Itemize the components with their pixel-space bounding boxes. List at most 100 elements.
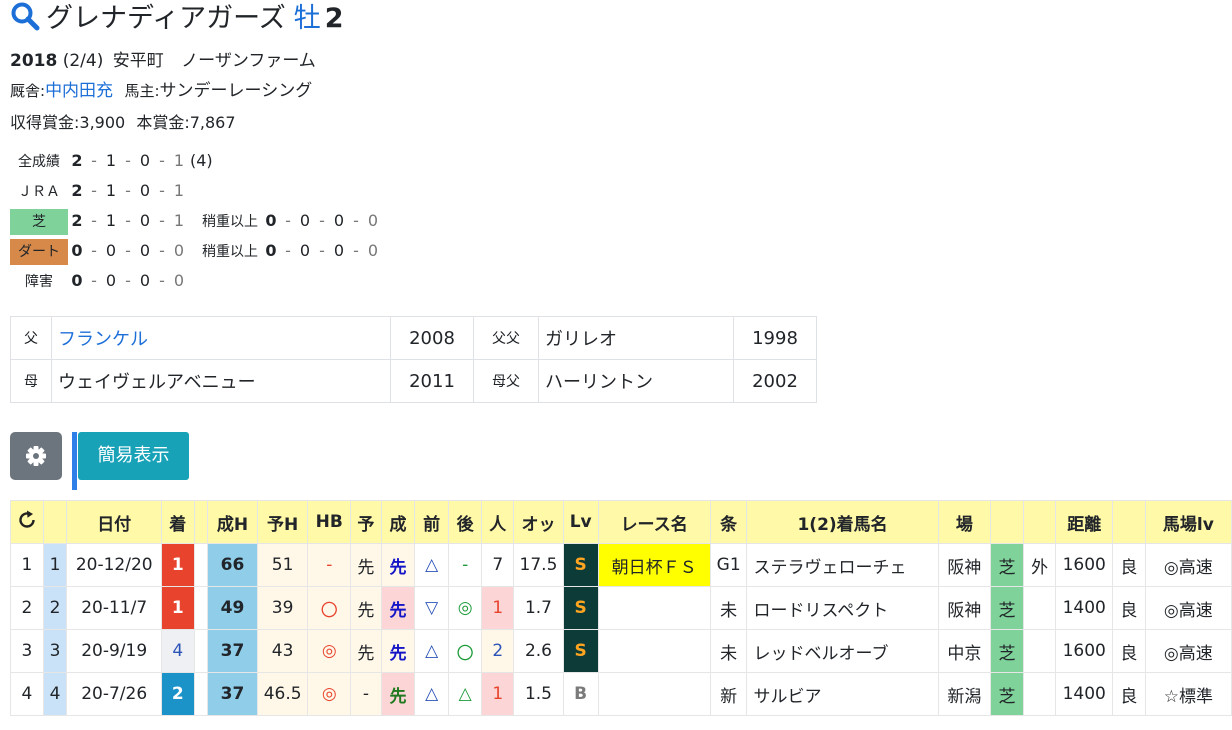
sire-sire: ガリレオ (538, 316, 734, 360)
race-date: 20-11/7 (66, 586, 162, 630)
record-label: ＪＲＡ (18, 184, 60, 200)
birth-place: 安平町 (112, 51, 164, 71)
row-number: 2 (10, 586, 44, 630)
record-value: 2 (71, 151, 83, 170)
run-number: 3 (42, 629, 68, 673)
record-value: 1 (173, 181, 185, 200)
yo-style: 先 (350, 543, 382, 587)
hb-mark: ◎ (307, 629, 352, 673)
horse-age: 2 (324, 3, 344, 34)
row-number: 1 (10, 543, 44, 587)
connections: 厩舎:中内田充 馬主:サンデーレーシング (10, 78, 312, 104)
page-title: グレナディアガーズ牡 2 (10, 0, 344, 38)
race-class: 新 (709, 672, 748, 716)
breeder: ノーザンファーム (181, 51, 316, 71)
separator: - (125, 211, 131, 230)
header-dist: 距離 (1055, 500, 1114, 544)
record-value: 1 (105, 181, 117, 200)
yo-h: 39 (256, 586, 309, 630)
separator: - (91, 241, 97, 260)
table-row[interactable]: 1 1 20-12/20 1 66 51 - 先 先 △ - 7 17.5 S … (10, 543, 1232, 587)
header-winner: 1(2)着馬名 (746, 500, 939, 544)
course: 阪神 (937, 586, 992, 630)
separator: - (159, 271, 165, 290)
sire-link[interactable]: フランケル (51, 316, 391, 360)
race-name[interactable]: 朝日杯ＦＳ (597, 543, 711, 587)
sire-year: 2008 (390, 316, 474, 360)
prize-label: 本賞金: (136, 113, 190, 132)
row-number: 3 (10, 629, 44, 673)
dam-label: 母 (10, 359, 52, 403)
sire-sire-label: 父父 (473, 316, 539, 360)
sei-h: 37 (207, 629, 258, 673)
heavy-label: 稍重以上 (202, 244, 258, 260)
record-label: 障害 (25, 274, 53, 290)
course: 中京 (937, 629, 992, 673)
sei-h: 66 (207, 543, 258, 587)
header-yo: 予 (350, 500, 382, 544)
record-value: 1 (105, 151, 117, 170)
header-odds: オッ (513, 500, 564, 544)
odds: 1.7 (513, 586, 564, 630)
separator: - (285, 241, 291, 260)
header-finish: 着 (160, 500, 195, 544)
mae-mark: △ (414, 629, 449, 673)
winner-name: レッドベルオーブ (746, 629, 939, 673)
ato-mark: △ (447, 672, 483, 716)
surface: 芝 (990, 543, 1024, 587)
track-level: ☆標準 (1144, 672, 1232, 716)
finish-position: 1 (160, 586, 195, 630)
mae-mark: ▽ (414, 586, 449, 630)
prize-value: 7,867 (189, 113, 236, 132)
yo-style: 先 (350, 586, 382, 630)
in-out (1022, 672, 1057, 716)
race-name[interactable] (597, 672, 711, 716)
settings-button[interactable] (10, 432, 62, 480)
dam: ウェイヴェルアベニュー (51, 359, 391, 403)
record-value: 0 (367, 211, 379, 230)
table-row[interactable]: 4 4 20-7/26 2 37 46.5 ◎ - 先 △ △ 1 1.5 B … (10, 672, 1232, 716)
table-row[interactable]: 3 3 20-9/19 4 37 43 ◎ 先 先 △ 〇 2 2.6 S 未 … (10, 629, 1232, 673)
heavy-label: 稍重以上 (202, 214, 258, 230)
focus-indicator (72, 432, 77, 490)
track-level: ◎高速 (1144, 543, 1232, 587)
race-class: 未 (709, 586, 748, 630)
record-value: 0 (139, 211, 151, 230)
race-table: 日付 着 成H 予H HB 予 成 前 後 人 オッ Lv レース名 条 1(2… (10, 500, 1232, 716)
yo-style: - (350, 672, 382, 716)
table-row[interactable]: 2 2 20-11/7 1 49 39 〇 先 先 ▽ ◎ 1 1.7 S 未 … (10, 586, 1232, 630)
birth-info: 2018 (2/4) 安平町 ノーザンファーム (10, 48, 316, 74)
simple-view-button[interactable]: 簡易表示 (78, 432, 189, 480)
sei-style: 先 (380, 672, 416, 716)
horse-name: グレナディアガーズ (46, 3, 286, 34)
record-value: 0 (139, 181, 151, 200)
going: 良 (1112, 629, 1146, 673)
record-turf: 芝 2-1-0-1 稍重以上 0-0-0-0 (10, 208, 382, 235)
record-label: 全成績 (18, 154, 60, 170)
record-value: 0 (139, 151, 151, 170)
record-value: 0 (71, 241, 83, 260)
race-name[interactable] (597, 629, 711, 673)
ato-mark: ◎ (447, 586, 483, 630)
race-level: B (562, 672, 599, 716)
header-date: 日付 (66, 500, 162, 544)
record-value: 0 (139, 271, 151, 290)
race-name[interactable] (597, 586, 711, 630)
header-ninki: 人 (481, 500, 515, 544)
trainer-link[interactable]: 中内田充 (45, 81, 113, 101)
header-sei: 成 (380, 500, 416, 544)
trainer-label: 厩舎: (10, 82, 46, 100)
reload-button[interactable] (10, 500, 44, 544)
gear-icon (26, 446, 46, 466)
record-extra: (4) (190, 151, 213, 170)
surface: 芝 (990, 672, 1024, 716)
surface: 芝 (990, 629, 1024, 673)
dam-year: 2011 (390, 359, 474, 403)
finish-position: 1 (160, 543, 195, 587)
record-value: 0 (139, 241, 151, 260)
record-value: 0 (71, 271, 83, 290)
race-class: G1 (709, 543, 748, 587)
search-icon[interactable] (10, 1, 40, 31)
pedigree-table: 父 フランケル 2008 父父 ガリレオ 1998 母 ウェイヴェルアベニュー … (10, 316, 817, 403)
sei-style: 先 (380, 586, 416, 630)
